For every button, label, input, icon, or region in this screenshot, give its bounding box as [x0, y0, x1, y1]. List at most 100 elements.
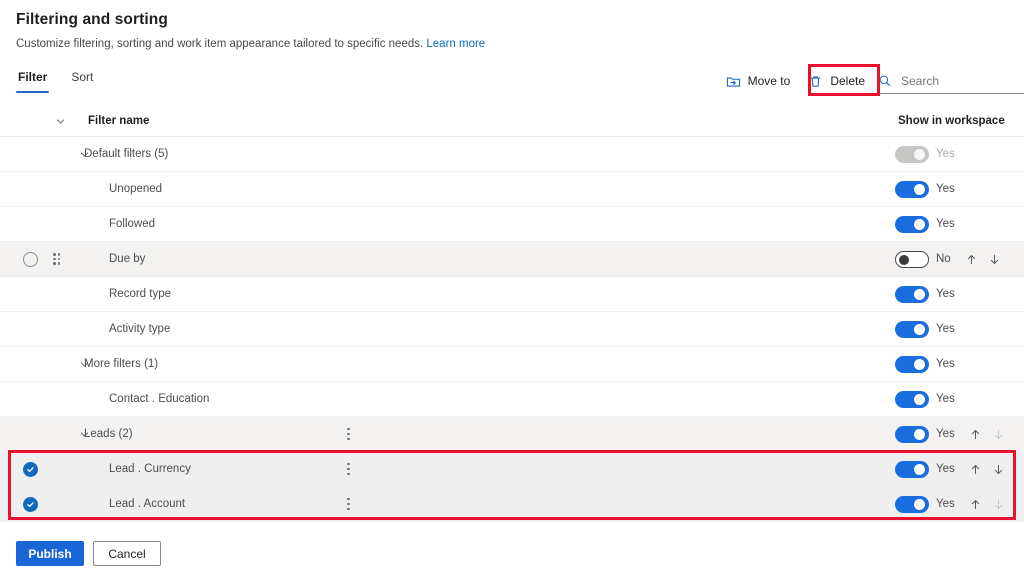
show-in-workspace-toggle[interactable] [895, 425, 929, 443]
show-in-workspace-toggle[interactable] [895, 215, 929, 233]
table-row[interactable]: More filters (1) Yes [0, 347, 1024, 382]
move-down-icon[interactable] [992, 462, 1005, 477]
row-label: Contact . Education [109, 393, 210, 405]
move-down-icon[interactable] [988, 252, 1001, 267]
tab-sort[interactable]: Sort [69, 70, 95, 93]
page-subtitle-text: Customize filtering, sorting and work it… [16, 38, 424, 50]
page-header: Filtering and sorting Customize filterin… [0, 0, 1024, 52]
row-label: Leads (2) [84, 428, 133, 440]
show-in-workspace-cell: Yes [895, 180, 955, 198]
search-input[interactable] [899, 72, 1024, 89]
move-up-icon[interactable] [965, 252, 978, 267]
publish-button[interactable]: Publish [16, 541, 84, 566]
tab-filter[interactable]: Filter [16, 70, 50, 94]
show-in-workspace-cell: Yes [895, 145, 955, 163]
move-down-icon [992, 497, 1005, 512]
footer-actions: Publish Cancel [16, 541, 161, 566]
toggle-state-label: Yes [936, 498, 955, 510]
learn-more-link[interactable]: Learn more [426, 38, 485, 50]
row-more-options-icon[interactable] [347, 462, 350, 476]
row-label: Followed [109, 218, 156, 230]
column-header-filter-name: Filter name [88, 115, 150, 127]
row-label: Default filters (5) [84, 148, 169, 160]
cancel-button[interactable]: Cancel [93, 541, 161, 566]
toggle-state-label: Yes [936, 323, 955, 335]
drag-handle-icon[interactable] [53, 253, 61, 265]
toggle-state-label: Yes [936, 218, 955, 230]
page-title: Filtering and sorting [16, 11, 168, 28]
show-in-workspace-cell: Yes [895, 425, 1005, 443]
toggle-state-label: No [936, 253, 951, 265]
row-more-options-icon[interactable] [347, 427, 350, 441]
table-row[interactable]: Lead . Currency Yes [0, 452, 1024, 487]
toggle-state-label: Yes [936, 358, 955, 370]
move-up-icon[interactable] [969, 462, 982, 477]
row-label: Lead . Currency [109, 463, 191, 475]
show-in-workspace-cell: Yes [895, 215, 955, 233]
show-in-workspace-cell: Yes [895, 355, 955, 373]
row-label: More filters (1) [84, 358, 159, 370]
page-subtitle: Customize filtering, sorting and work it… [16, 37, 1008, 52]
grid-header-row: Filter name Show in workspace [0, 106, 1024, 137]
show-in-workspace-toggle[interactable] [895, 180, 929, 198]
row-label: Lead . Account [109, 498, 186, 510]
row-label: Record type [109, 288, 172, 300]
move-up-icon[interactable] [969, 427, 982, 442]
tabs-toolbar-row: Filter Sort Move to Delete [0, 70, 1024, 102]
search-box[interactable] [874, 68, 1024, 94]
toggle-state-label: Yes [936, 428, 955, 440]
row-reorder-arrows [965, 252, 1001, 267]
move-to-button[interactable]: Move to [717, 68, 800, 94]
table-row[interactable]: Followed Yes [0, 207, 1024, 242]
row-label: Unopened [109, 183, 163, 195]
show-in-workspace-toggle[interactable] [895, 285, 929, 303]
table-row[interactable]: Contact . Education Yes [0, 382, 1024, 417]
search-icon [878, 74, 892, 88]
show-in-workspace-toggle[interactable] [895, 495, 929, 513]
row-reorder-arrows [969, 427, 1005, 442]
row-checkbox[interactable] [23, 251, 38, 267]
move-to-label: Move to [747, 74, 791, 88]
command-toolbar: Move to Delete [717, 68, 1024, 94]
show-in-workspace-cell: Yes [895, 495, 1005, 513]
table-row[interactable]: Leads (2) Yes [0, 417, 1024, 452]
table-row[interactable]: Record type Yes [0, 277, 1024, 312]
move-down-icon [992, 427, 1005, 442]
row-reorder-arrows [969, 462, 1005, 477]
show-in-workspace-toggle[interactable] [895, 320, 929, 338]
row-label: Due by [109, 253, 146, 265]
row-reorder-arrows [969, 497, 1005, 512]
show-in-workspace-toggle[interactable] [895, 460, 929, 478]
table-row[interactable]: Unopened Yes [0, 172, 1024, 207]
show-in-workspace-toggle[interactable] [895, 355, 929, 373]
delete-label: Delete [830, 74, 865, 88]
row-more-options-icon[interactable] [347, 497, 350, 511]
show-in-workspace-cell: Yes [895, 320, 955, 338]
row-checkbox[interactable] [23, 461, 38, 477]
show-in-workspace-toggle[interactable] [895, 390, 929, 408]
trash-icon [808, 74, 823, 89]
show-in-workspace-cell: Yes [895, 285, 955, 303]
show-in-workspace-cell: Yes [895, 460, 1005, 478]
table-row[interactable]: Due by No [0, 242, 1024, 277]
delete-button[interactable]: Delete [799, 68, 874, 94]
toggle-state-label: Yes [936, 463, 955, 475]
chevron-down-icon[interactable] [55, 116, 66, 127]
show-in-workspace-toggle [895, 145, 929, 163]
filters-grid: Filter name Show in workspace Default fi… [0, 106, 1024, 522]
show-in-workspace-cell: No [895, 250, 1001, 268]
grid-header-chevron-cell[interactable] [0, 116, 88, 127]
show-in-workspace-toggle[interactable] [895, 250, 929, 268]
row-checkbox[interactable] [23, 496, 38, 512]
move-up-icon[interactable] [969, 497, 982, 512]
table-row[interactable]: Default filters (5) Yes [0, 137, 1024, 172]
grid-body: Default filters (5) Yes Unopened Yes Followe… [0, 137, 1024, 522]
table-row[interactable]: Activity type Yes [0, 312, 1024, 347]
column-header-show-in-workspace: Show in workspace [898, 115, 1005, 127]
table-row[interactable]: Lead . Account Yes [0, 487, 1024, 522]
toggle-state-label: Yes [936, 148, 955, 160]
row-label: Activity type [109, 323, 171, 335]
tab-list: Filter Sort [16, 70, 95, 94]
toggle-state-label: Yes [936, 393, 955, 405]
toggle-state-label: Yes [936, 183, 955, 195]
